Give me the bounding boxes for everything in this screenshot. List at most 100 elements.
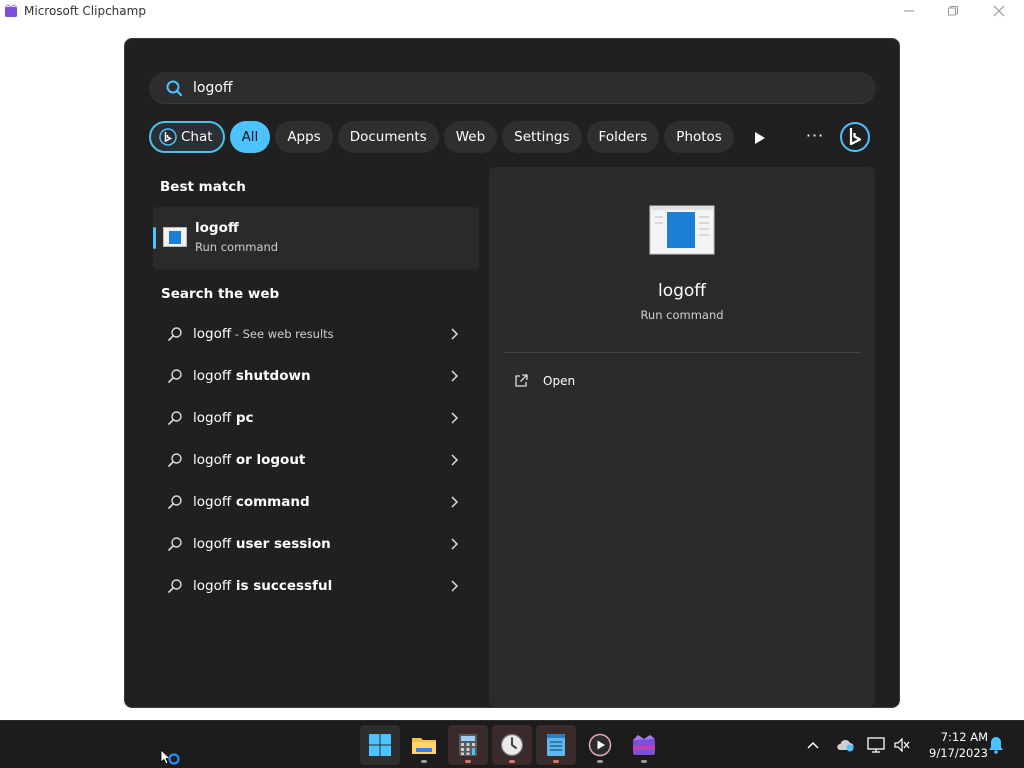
filter-documents[interactable]: Documents (337, 121, 439, 153)
preview-subtitle: Run command (640, 308, 724, 322)
onedrive-tray-button[interactable] (835, 735, 855, 755)
web-result-suffix: - See web results (231, 327, 334, 341)
window-titlebar: Microsoft Clipchamp (0, 0, 1024, 22)
filter-web[interactable]: Web (443, 121, 498, 153)
web-result-suffix: or logout (231, 452, 306, 468)
start-button[interactable] (360, 725, 400, 765)
best-match-subtitle: Run command (195, 240, 279, 254)
filter-photos[interactable]: Photos (664, 121, 734, 153)
taskbar-clipchamp[interactable] (624, 725, 664, 765)
filter-settings[interactable]: Settings (502, 121, 582, 153)
notifications-button[interactable] (986, 735, 1006, 755)
open-external-icon (515, 374, 528, 387)
filter-chat-label: Chat (181, 129, 213, 145)
running-indicator (641, 760, 647, 763)
minimize-button[interactable] (886, 0, 932, 22)
web-result-suffix: shutdown (231, 368, 311, 384)
taskbar-file-explorer[interactable] (404, 725, 444, 765)
taskbar-clock[interactable]: 7:12 AM 9/17/2023 (918, 729, 988, 761)
close-button[interactable] (976, 0, 1022, 22)
clock-date: 9/17/2023 (929, 746, 988, 760)
folder-icon (412, 738, 436, 754)
show-hidden-icons-button[interactable] (803, 735, 823, 755)
web-result-prefix: logoff (193, 410, 232, 426)
web-result-prefix: logoff (193, 494, 232, 510)
running-indicator (465, 760, 471, 763)
chevron-right-icon (451, 496, 459, 508)
cloud-icon (837, 739, 854, 752)
clock-time: 7:12 AM (940, 730, 988, 744)
web-result-item[interactable]: logoff - See web results (153, 314, 479, 354)
filter-folders[interactable]: Folders (586, 121, 660, 153)
search-icon (168, 495, 182, 509)
web-result-suffix: pc (231, 410, 254, 426)
taskbar-clock-app[interactable] (492, 725, 532, 765)
clipchamp-app-icon (4, 4, 18, 17)
web-result-item[interactable]: logoff is successful (153, 566, 479, 606)
search-icon (168, 369, 182, 383)
media-player-icon (588, 733, 612, 757)
web-result-item[interactable]: logoff shutdown (153, 356, 479, 396)
best-match-heading: Best match (160, 179, 246, 195)
clock-icon (500, 733, 524, 757)
more-filters-button[interactable] (749, 127, 771, 149)
search-input[interactable] (193, 79, 793, 96)
search-icon (168, 327, 182, 341)
taskbar: 7:12 AM 9/17/2023 (0, 720, 1024, 768)
running-indicator (597, 760, 603, 763)
bing-icon[interactable] (839, 121, 871, 153)
web-result-item[interactable]: logoff or logout (153, 440, 479, 480)
search-icon (168, 537, 182, 551)
filter-chat[interactable]: Chat (149, 121, 225, 153)
preview-divider (505, 352, 861, 353)
web-result-suffix: is successful (231, 578, 333, 594)
restore-button[interactable] (930, 0, 976, 22)
web-result-prefix: logoff (193, 368, 232, 384)
busy-cursor-icon (160, 750, 180, 765)
web-result-prefix: logoff (193, 536, 232, 552)
windows-logo-icon (369, 734, 391, 756)
filter-bar: Chat All Apps Documents Web Settings Fol… (149, 121, 739, 153)
clipchamp-icon (633, 735, 655, 755)
preview-pane: logoff Run command Open (489, 167, 875, 707)
web-result-item[interactable]: logoff pc (153, 398, 479, 438)
search-icon (168, 579, 182, 593)
play-icon (755, 132, 765, 144)
best-match-item[interactable]: logoff Run command (153, 207, 479, 269)
network-icon (867, 737, 885, 753)
bell-icon (989, 737, 1003, 754)
search-box[interactable] (149, 72, 876, 104)
best-match-title: logoff (195, 220, 239, 236)
more-options-button[interactable]: ··· (801, 127, 829, 149)
open-action[interactable]: Open (513, 371, 575, 391)
web-result-prefix: logoff (193, 452, 232, 468)
minimize-icon (904, 10, 914, 12)
chevron-right-icon (451, 370, 459, 382)
taskbar-calculator[interactable] (448, 725, 488, 765)
run-command-large-icon (649, 205, 715, 255)
running-indicator (553, 760, 559, 763)
selection-accent (153, 227, 156, 249)
taskbar-notepad[interactable] (536, 725, 576, 765)
filter-all[interactable]: All (229, 121, 271, 153)
web-result-suffix: command (231, 494, 310, 510)
network-tray-button[interactable] (866, 735, 886, 755)
calculator-icon (459, 734, 477, 756)
filter-apps[interactable]: Apps (275, 121, 333, 153)
run-command-icon (163, 227, 187, 247)
volume-muted-icon (894, 737, 910, 753)
chevron-right-icon (451, 412, 459, 424)
search-web-heading: Search the web (161, 286, 280, 302)
running-indicator (509, 760, 515, 763)
chevron-right-icon (451, 538, 459, 550)
chevron-right-icon (451, 328, 459, 340)
web-result-item[interactable]: logoff user session (153, 524, 479, 564)
preview-title: logoff (657, 281, 707, 301)
search-panel: Chat All Apps Documents Web Settings Fol… (124, 38, 900, 708)
web-result-item[interactable]: logoff command (153, 482, 479, 522)
taskbar-media-player[interactable] (580, 725, 620, 765)
notepad-icon (547, 734, 565, 756)
close-icon (993, 5, 1005, 17)
search-icon (168, 411, 182, 425)
volume-tray-button[interactable] (892, 735, 912, 755)
